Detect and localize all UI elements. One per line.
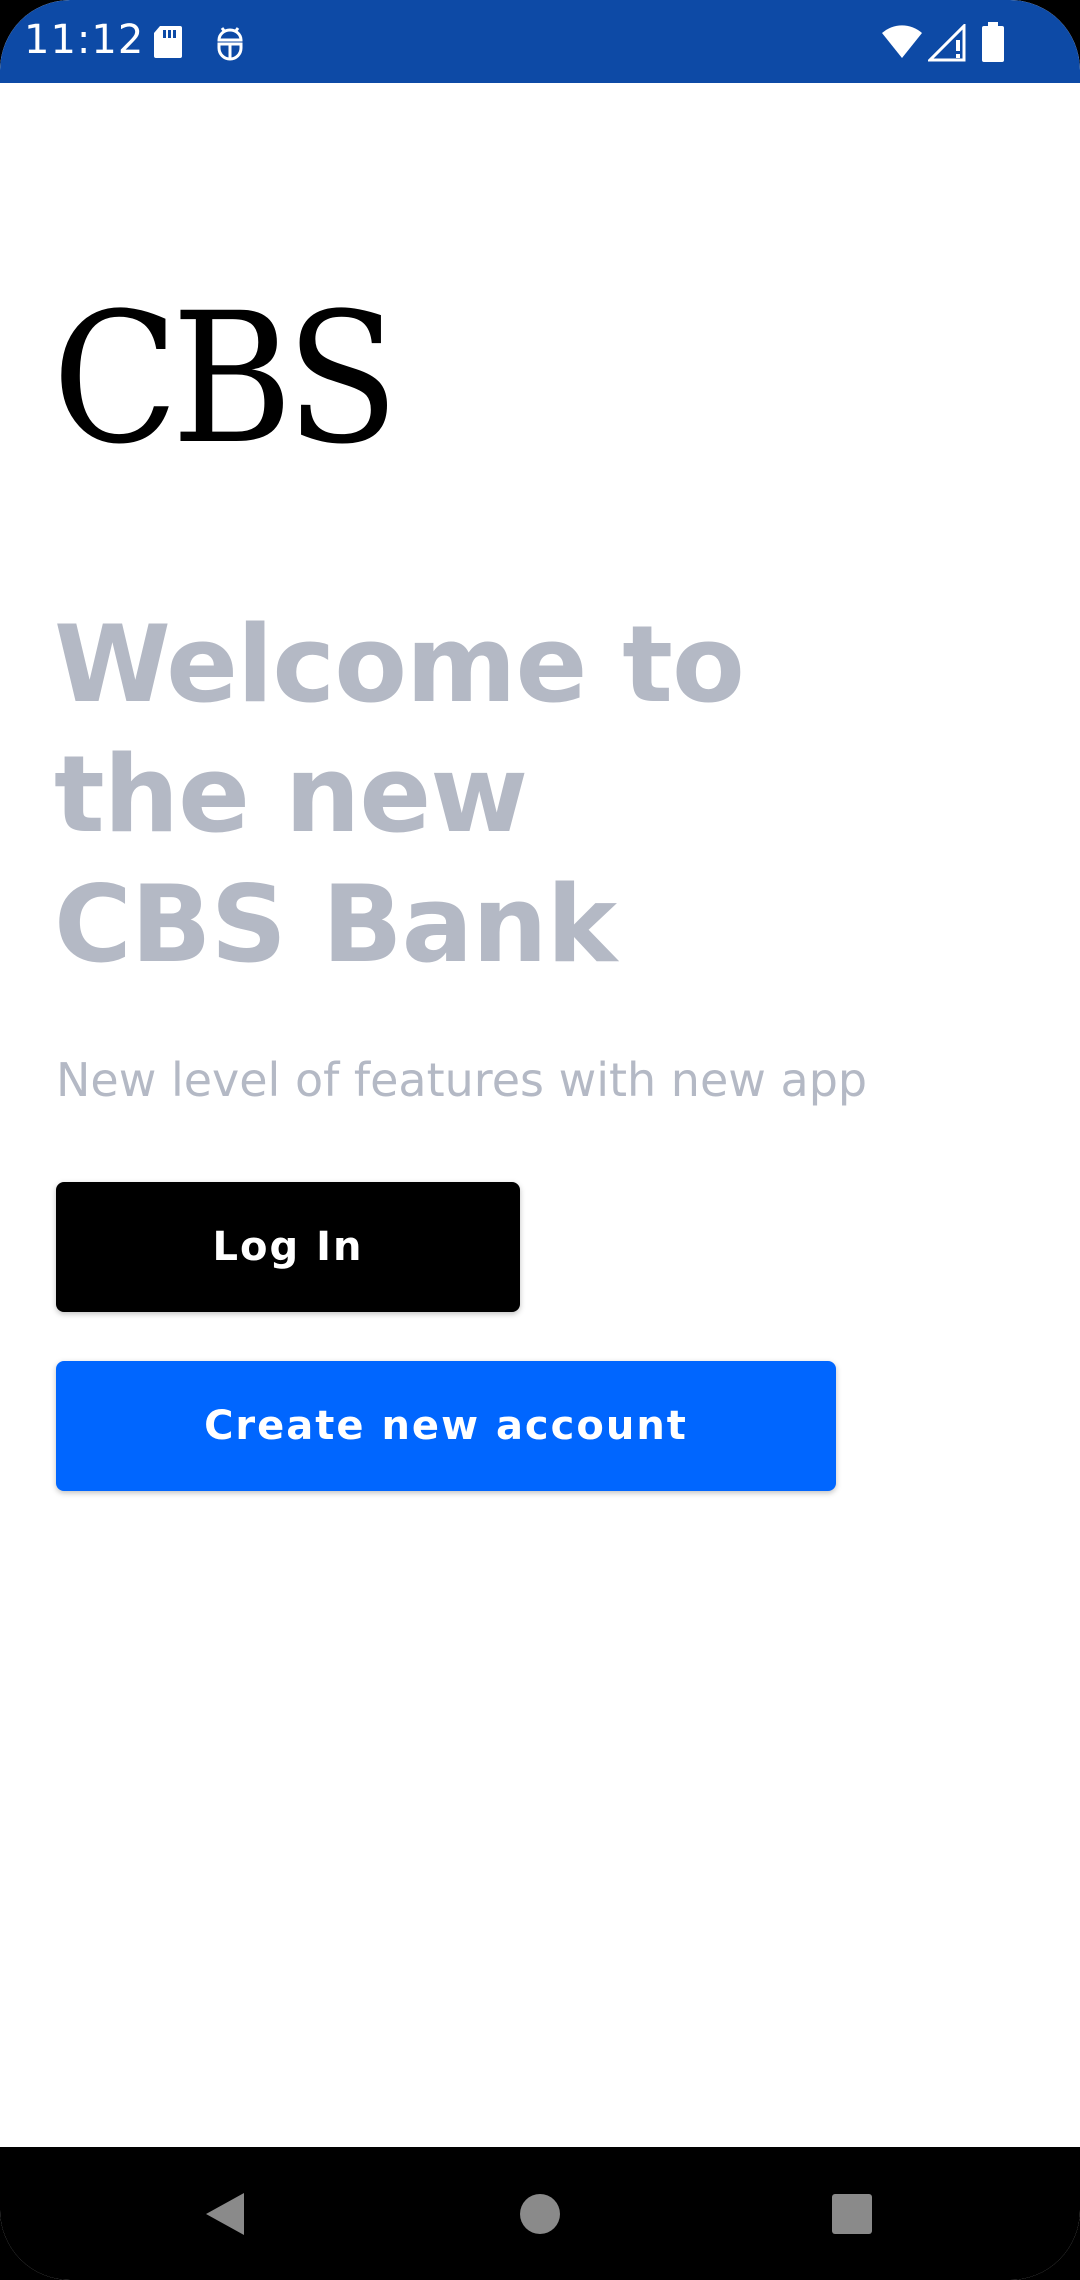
welcome-line-3: CBS Bank <box>54 863 617 986</box>
status-time: 11:12 <box>24 17 145 63</box>
login-button[interactable]: Log In <box>56 1182 520 1312</box>
welcome-line-1: Welcome to <box>54 603 745 726</box>
app-screen: 11:12 CBS Welcome to the new CBS Bank Ne… <box>0 0 1080 2280</box>
wifi-icon <box>880 24 924 64</box>
recents-icon[interactable] <box>828 2185 876 2245</box>
debug-icon <box>214 24 246 66</box>
create-account-button[interactable]: Create new account <box>56 1361 836 1491</box>
create-account-button-label: Create new account <box>204 1403 688 1449</box>
login-button-label: Log In <box>212 1224 364 1270</box>
battery-icon <box>980 22 1006 66</box>
cbs-logo: CBS <box>52 275 399 484</box>
welcome-line-2: the new <box>54 733 528 856</box>
welcome-heading: Welcome to the new CBS Bank <box>54 600 954 990</box>
navigation-bar <box>0 2147 1080 2280</box>
subtitle: New level of features with new app <box>56 1053 868 1107</box>
signal-icon <box>926 22 968 66</box>
sd-card-icon <box>152 24 184 64</box>
back-icon[interactable] <box>200 2185 250 2245</box>
status-bar: 11:12 <box>0 0 1080 83</box>
home-icon[interactable] <box>516 2185 564 2245</box>
